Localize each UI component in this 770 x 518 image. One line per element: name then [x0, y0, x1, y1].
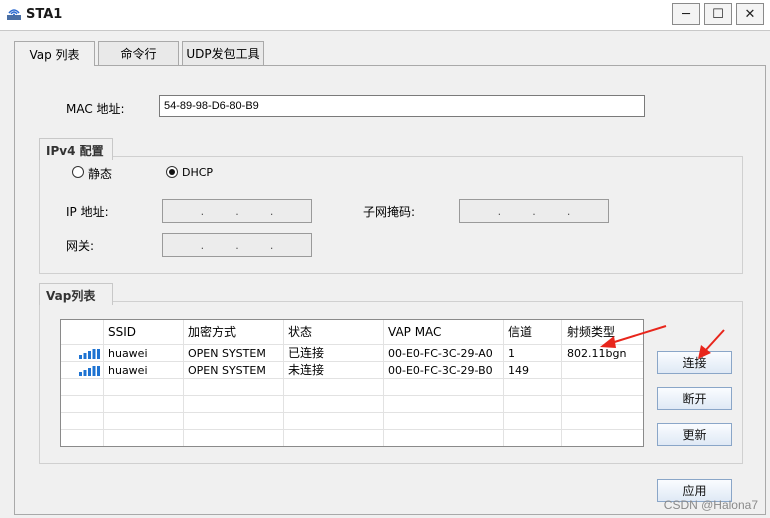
cell-status: 已连接	[288, 346, 325, 360]
subnet-mask-field[interactable]: . . .	[459, 199, 609, 223]
dhcp-radio[interactable]	[166, 166, 178, 178]
col-channel: 信道	[508, 325, 533, 339]
ip-address-label: IP 地址:	[66, 205, 109, 219]
refresh-button[interactable]: 更新	[657, 423, 732, 446]
gateway-field[interactable]: . . .	[162, 233, 312, 257]
cell-vap-mac: 00-E0-FC-3C-29-A0	[388, 347, 493, 360]
cell-ssid: huawei	[108, 364, 148, 377]
minimize-icon: ─	[682, 6, 690, 22]
close-icon: ✕	[744, 6, 756, 22]
apply-button-label: 应用	[682, 484, 707, 498]
mac-address-field[interactable]: 54-89-98-D6-80-B9	[159, 95, 645, 117]
vap-group-title: Vap列表	[39, 283, 113, 305]
maximize-button[interactable]: ☐	[704, 3, 732, 25]
col-status: 状态	[288, 325, 313, 339]
col-vap-mac: VAP MAC	[388, 325, 442, 339]
gateway-label: 网关:	[66, 239, 95, 253]
vap-table: SSID 加密方式 状态 VAP MAC 信道 射频类型 huawei OPEN…	[60, 319, 644, 447]
ip-dot: .	[269, 204, 274, 218]
ipv4-group-label: IPv4 配置	[46, 144, 104, 158]
window-body: Vap 列表 命令行 UDP发包工具 MAC 地址: 54-89-98-D6-8…	[0, 30, 770, 518]
gateway-dot: .	[200, 238, 205, 252]
window-title: STA1	[26, 7, 63, 22]
cell-vap-mac: 00-E0-FC-3C-29-B0	[388, 364, 493, 377]
close-button[interactable]: ✕	[736, 3, 764, 25]
cell-status: 未连接	[288, 363, 325, 377]
cell-channel: 149	[508, 364, 529, 377]
gateway-dot: .	[235, 238, 239, 252]
title-bar: STA1 ─ ☐ ✕	[0, 0, 770, 30]
annotation-arrow-icon	[600, 325, 667, 348]
tab-label: 命令行	[120, 47, 157, 61]
tab-label: Vap 列表	[29, 47, 80, 62]
static-label: 静态	[88, 167, 113, 181]
minimize-button[interactable]: ─	[672, 3, 700, 25]
refresh-button-label: 更新	[682, 428, 707, 442]
mask-dot: .	[532, 204, 536, 218]
dhcp-label: DHCP	[182, 166, 214, 179]
ip-address-field[interactable]: . . .	[162, 199, 312, 223]
subnet-mask-label: 子网掩码:	[363, 205, 416, 219]
mask-dot: .	[497, 204, 502, 218]
signal-strength-icon	[79, 349, 100, 359]
mac-label: MAC 地址:	[66, 102, 125, 116]
mask-dot: .	[566, 204, 571, 218]
watermark: CSDN @Halona7	[663, 498, 758, 512]
gateway-dot: .	[269, 238, 274, 252]
disconnect-button-label: 断开	[682, 392, 707, 406]
table-row[interactable]: huawei OPEN SYSTEM 未连接 00-E0-FC-3C-29-B0…	[61, 362, 643, 379]
annotation-arrow-icon	[698, 329, 725, 359]
tab-udp-tool[interactable]: UDP发包工具	[182, 41, 264, 65]
table-row[interactable]: huawei OPEN SYSTEM 已连接 00-E0-FC-3C-29-A0…	[61, 345, 643, 362]
tab-label: UDP发包工具	[186, 47, 260, 61]
maximize-icon: ☐	[712, 6, 724, 22]
ip-dot: .	[235, 204, 239, 218]
station-app-icon	[7, 9, 21, 20]
cell-encryption: OPEN SYSTEM	[188, 364, 266, 377]
vap-group-label: Vap列表	[46, 289, 96, 303]
cell-channel: 1	[508, 347, 515, 360]
ipv4-group-title: IPv4 配置	[39, 138, 113, 160]
static-radio[interactable]	[72, 166, 84, 178]
ip-dot: .	[200, 204, 205, 218]
col-ssid: SSID	[108, 325, 137, 339]
col-encryption: 加密方式	[188, 325, 237, 339]
tab-vap-list[interactable]: Vap 列表	[14, 41, 95, 66]
disconnect-button[interactable]: 断开	[657, 387, 732, 410]
signal-strength-icon	[79, 366, 100, 376]
tab-command-line[interactable]: 命令行	[98, 41, 179, 65]
cell-encryption: OPEN SYSTEM	[188, 347, 266, 360]
cell-ssid: huawei	[108, 347, 148, 360]
